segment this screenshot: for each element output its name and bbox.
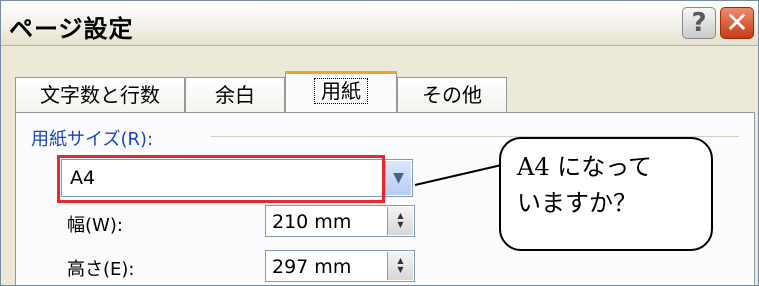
callout-bubble: A4 になって いますか？ [499,137,713,251]
width-label: 幅(W): [67,215,123,236]
tab-other[interactable]: その他 [397,77,507,113]
page-setup-dialog: ページ設定 ? ✕ 文字数と行数 余白 用紙 その他 用紙サイズ(R): A4 … [0,0,759,286]
tab-margins[interactable]: 余白 [185,77,285,113]
height-label: 高さ(E): [67,259,135,280]
chevron-down-icon[interactable]: ▼ [385,161,411,195]
title-bar[interactable]: ページ設定 ? ✕ [1,1,758,46]
height-value: 297 mm [272,256,352,278]
callout-line-1: A4 になって [517,153,653,181]
spinner-icon[interactable]: ▲ ▼ [387,252,413,280]
spinner-icon[interactable]: ▲ ▼ [387,207,413,235]
help-button[interactable]: ? [682,7,716,39]
tab-characters-lines[interactable]: 文字数と行数 [15,77,185,113]
width-value: 210 mm [272,211,352,233]
height-input[interactable]: 297 mm ▲ ▼ [265,250,415,282]
paper-size-group-label: 用紙サイズ(R): [31,129,154,150]
window-title: ページ設定 [9,15,134,43]
paper-size-highlight-box [57,155,385,203]
callout-line-2: いますか？ [517,189,637,217]
close-button[interactable]: ✕ [720,7,754,39]
width-input[interactable]: 210 mm ▲ ▼ [265,205,415,237]
tab-paper[interactable]: 用紙 [285,71,397,113]
